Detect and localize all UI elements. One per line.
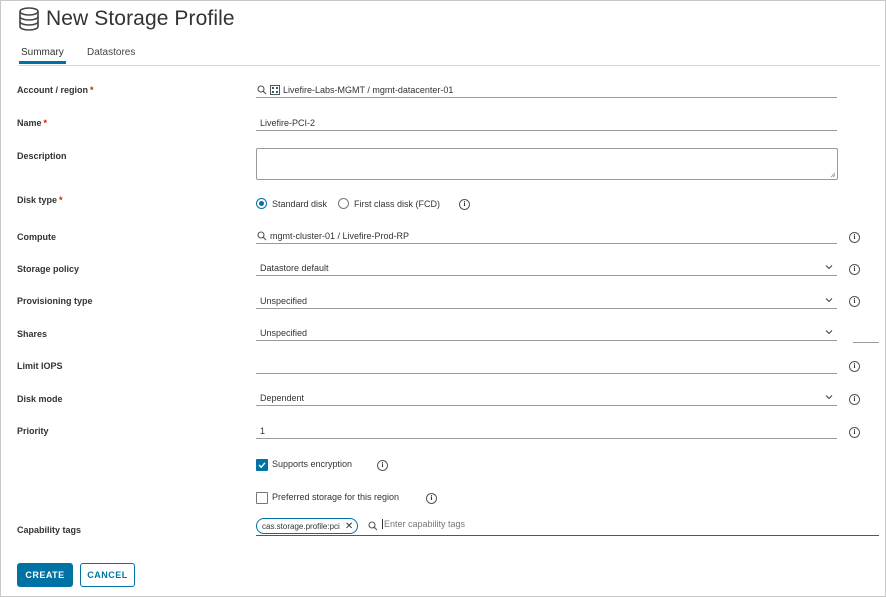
create-button[interactable]: CREATE — [17, 563, 73, 587]
name-label: Name * — [17, 118, 48, 128]
search-icon — [257, 231, 267, 241]
storage-policy-select[interactable]: Datastore default — [256, 261, 837, 276]
limit-iops-input[interactable] — [256, 359, 837, 374]
compute-label: Compute — [17, 232, 56, 242]
supports-encryption-label: Supports encryption — [272, 459, 353, 469]
page-header: New Storage Profile — [18, 7, 235, 31]
compute-info-icon[interactable]: i — [849, 232, 860, 243]
account-region-value: Livefire-Labs-MGMT / mgmt-datacenter-01 — [283, 85, 454, 95]
capability-tags-input[interactable]: Enter capability tags — [382, 519, 465, 529]
chevron-down-icon — [825, 265, 833, 270]
shares-select[interactable]: Unspecified — [256, 326, 837, 341]
priority-info-icon[interactable]: i — [849, 427, 860, 438]
storage-policy-info-icon[interactable]: i — [849, 264, 860, 275]
provisioning-type-value: Unspecified — [260, 296, 308, 306]
chevron-down-icon — [825, 298, 833, 303]
capability-tags-field[interactable]: cas.storage.profile:pci ✕ Enter capabili… — [256, 517, 879, 536]
standard-disk-label: Standard disk — [272, 199, 328, 209]
description-label: Description — [17, 151, 67, 161]
supports-encryption-checkbox[interactable] — [256, 459, 268, 471]
limit-iops-info-icon[interactable]: i — [849, 361, 860, 372]
priority-label: Priority — [17, 426, 49, 436]
capability-tags-label: Capability tags — [17, 525, 82, 535]
tab-summary[interactable]: Summary — [19, 45, 66, 64]
compute-field[interactable]: mgmt-cluster-01 / Livefire-Prod-RP — [256, 229, 837, 244]
resize-handle-icon — [830, 172, 836, 178]
disk-mode-value: Dependent — [260, 393, 305, 403]
encryption-info-icon[interactable]: i — [377, 460, 388, 471]
tab-datastores[interactable]: Datastores — [85, 45, 137, 63]
limit-iops-label: Limit IOPS — [17, 361, 63, 371]
storage-policy-value: Datastore default — [260, 263, 329, 273]
disk-type-label: Disk type * — [17, 195, 63, 205]
tag-label: cas.storage.profile:pci — [262, 521, 340, 531]
storage-policy-label: Storage policy — [17, 264, 80, 274]
datacenter-icon — [270, 85, 280, 95]
search-icon — [257, 85, 267, 95]
disk-mode-select[interactable]: Dependent — [256, 391, 837, 406]
shares-value: Unspecified — [260, 328, 308, 338]
disk-mode-label: Disk mode — [17, 394, 63, 404]
shares-label: Shares — [17, 329, 48, 339]
priority-value: 1 — [260, 426, 266, 436]
preferred-storage-checkbox[interactable] — [256, 492, 268, 504]
standard-disk-radio[interactable] — [256, 198, 267, 209]
preferred-storage-info-icon[interactable]: i — [426, 493, 437, 504]
disk-type-info-icon[interactable]: i — [459, 199, 470, 210]
priority-input[interactable]: 1 — [256, 424, 837, 439]
first-class-disk-label: First class disk (FCD) — [354, 199, 440, 209]
compute-value: mgmt-cluster-01 / Livefire-Prod-RP — [270, 231, 410, 241]
first-class-disk-radio[interactable] — [338, 198, 349, 209]
storage-profile-panel: New Storage Profile Summary Datastores A… — [0, 0, 886, 597]
checkmark-icon — [258, 462, 266, 469]
search-icon — [368, 521, 378, 531]
provisioning-type-info-icon[interactable]: i — [849, 296, 860, 307]
database-icon — [18, 7, 40, 31]
preferred-storage-label: Preferred storage for this region — [272, 492, 400, 502]
name-value: Livefire-PCI-2 — [260, 118, 316, 128]
page-title: New Storage Profile — [46, 7, 235, 30]
cancel-button[interactable]: CANCEL — [80, 563, 135, 587]
name-input[interactable]: Livefire-PCI-2 — [256, 116, 837, 131]
shares-value-line — [853, 342, 879, 343]
description-textarea[interactable] — [256, 148, 838, 180]
account-region-field[interactable]: Livefire-Labs-MGMT / mgmt-datacenter-01 — [256, 83, 837, 98]
disk-mode-info-icon[interactable]: i — [849, 394, 860, 405]
chevron-down-icon — [825, 330, 833, 335]
provisioning-type-label: Provisioning type — [17, 296, 93, 306]
capability-tag-chip: cas.storage.profile:pci ✕ — [256, 518, 359, 534]
tab-bar: Summary Datastores — [18, 45, 880, 66]
remove-tag-icon[interactable]: ✕ — [345, 521, 353, 532]
chevron-down-icon — [825, 395, 833, 400]
provisioning-type-select[interactable]: Unspecified — [256, 294, 837, 309]
account-region-label: Account / region * — [17, 85, 94, 95]
